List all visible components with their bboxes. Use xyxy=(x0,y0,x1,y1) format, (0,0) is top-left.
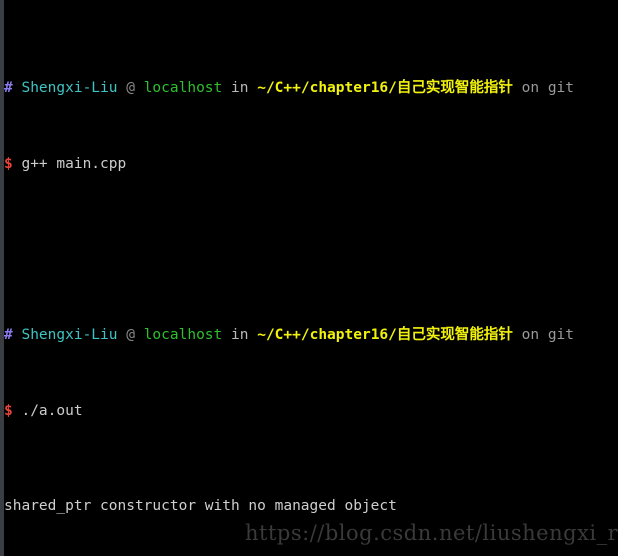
prompt-git-branch-2: on git xyxy=(521,327,575,343)
prompt-space-9 xyxy=(135,327,144,343)
command-text-run: ./a.out xyxy=(21,403,83,419)
prompt-git-branch: on git xyxy=(521,80,575,96)
prompt-path: ~/C++/chapter16/自己实现智能指针 xyxy=(257,80,513,96)
command-line-compile: $ g++ main.cpp xyxy=(4,155,618,174)
prompt-space-6 xyxy=(513,80,522,96)
output-line: shared_ptr constructor with no managed o… xyxy=(4,498,397,514)
prompt-space-2 xyxy=(118,80,127,96)
prompt-space-8 xyxy=(118,327,127,343)
prompt-in-keyword: in xyxy=(231,80,249,96)
prompt-path-2: ~/C++/chapter16/自己实现智能指针 xyxy=(257,327,513,343)
prompt-user: Shengxi-Liu xyxy=(21,80,118,96)
prompt-in-keyword-2: in xyxy=(231,327,249,343)
prompt-space-4 xyxy=(222,80,231,96)
prompt-host: localhost xyxy=(143,80,223,96)
terminal-screen[interactable]: # Shengxi-Liu @ localhost in ~/C++/chapt… xyxy=(4,3,618,556)
prompt-line-1: # Shengxi-Liu @ localhost in ~/C++/chapt… xyxy=(4,79,618,98)
prompt-space-11 xyxy=(248,327,257,343)
prompt-user-2: Shengxi-Liu xyxy=(21,327,118,343)
prompt-space-10 xyxy=(222,327,231,343)
prompt-at-symbol-2: @ xyxy=(126,327,135,343)
terminal-window[interactable]: # Shengxi-Liu @ localhost in ~/C++/chapt… xyxy=(0,0,618,556)
prompt-dollar-1: $ xyxy=(4,156,13,172)
command-line-run: $ ./a.out xyxy=(4,402,618,421)
prompt-hash-icon: # xyxy=(4,80,13,96)
prompt-line-2: # Shengxi-Liu @ localhost in ~/C++/chapt… xyxy=(4,326,618,345)
prompt-at-symbol: @ xyxy=(126,80,135,96)
prompt-dollar-2: $ xyxy=(4,403,13,419)
prompt-space-5 xyxy=(248,80,257,96)
prompt-hash-icon-2: # xyxy=(4,327,13,343)
prompt-space-12 xyxy=(513,327,522,343)
command-text-compile: g++ main.cpp xyxy=(21,156,127,172)
prompt-host-2: localhost xyxy=(143,327,223,343)
prompt-space-3 xyxy=(135,80,144,96)
